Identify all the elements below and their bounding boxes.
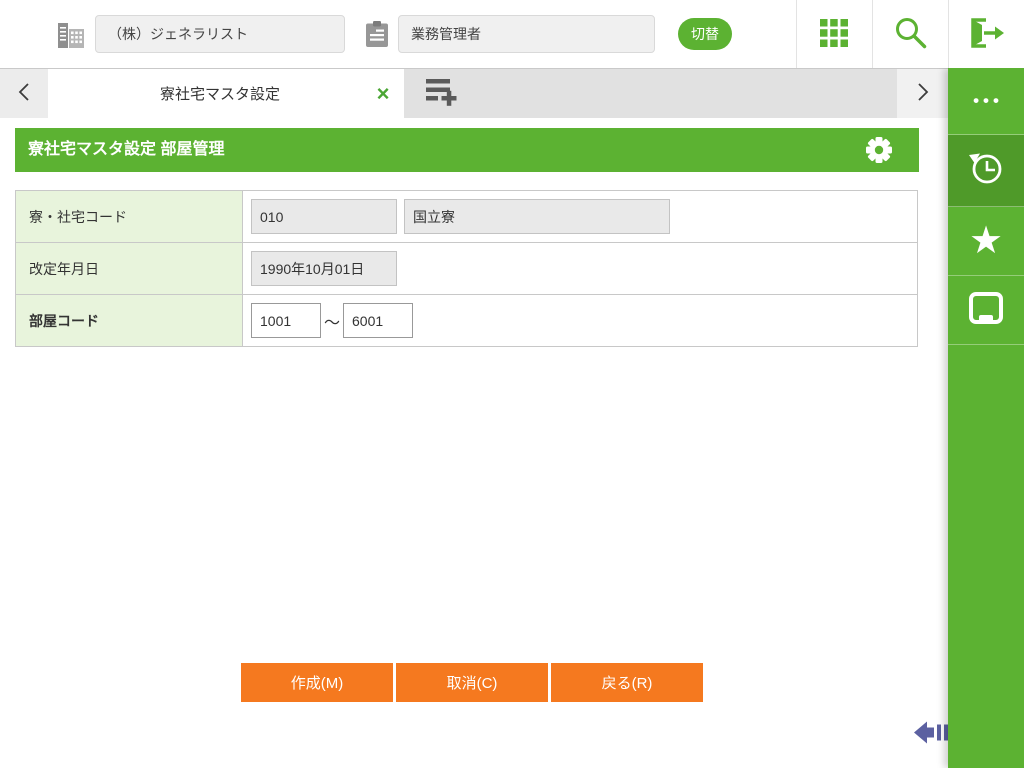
sidebar-more-button[interactable]: ••• bbox=[948, 68, 1024, 135]
history-clock-icon bbox=[966, 148, 1006, 193]
switch-button[interactable]: 切替 bbox=[678, 18, 732, 50]
tab-scroll-left-button[interactable] bbox=[0, 69, 48, 118]
dorm-name-input bbox=[404, 199, 670, 234]
search-button[interactable] bbox=[872, 0, 948, 68]
more-dots-icon: ••• bbox=[973, 91, 1003, 110]
room-code-label: 部屋コード bbox=[16, 295, 243, 346]
top-header: 切替 bbox=[0, 0, 1024, 68]
company-building-icon bbox=[58, 20, 85, 53]
range-separator: 〜 bbox=[323, 314, 340, 332]
logout-icon bbox=[967, 17, 1005, 52]
apps-grid-icon bbox=[820, 18, 848, 50]
dorm-code-label: 寮・社宅コード bbox=[16, 191, 243, 242]
revision-date-label: 改定年月日 bbox=[16, 243, 243, 294]
apps-grid-button[interactable] bbox=[796, 0, 872, 68]
company-input[interactable] bbox=[95, 15, 345, 53]
tab-active[interactable]: 寮社宅マスタ設定 × bbox=[48, 69, 404, 118]
create-button[interactable]: 作成(M) bbox=[241, 663, 393, 702]
tab-label: 寮社宅マスタ設定 bbox=[159, 86, 280, 103]
sidebar-favorites-button[interactable]: ★ bbox=[948, 207, 1024, 276]
page-title-bar: 寮社宅マスタ設定 部屋管理 bbox=[15, 128, 919, 172]
tab-close-icon[interactable]: × bbox=[362, 69, 404, 118]
sidebar-tray-button[interactable] bbox=[948, 276, 1024, 345]
clipboard-icon bbox=[366, 21, 388, 52]
tab-bar: 寮社宅マスタ設定 × bbox=[0, 68, 948, 118]
dorm-code-input bbox=[251, 199, 397, 234]
form-row-room-code: 部屋コード 〜 bbox=[16, 295, 917, 347]
revision-date-input bbox=[251, 251, 397, 286]
form-table: 寮・社宅コード 改定年月日 部屋コード 〜 bbox=[15, 190, 918, 347]
logout-button[interactable] bbox=[948, 0, 1024, 68]
tab-strip bbox=[404, 69, 897, 118]
room-code-from-input[interactable] bbox=[251, 303, 321, 338]
cancel-button[interactable]: 取消(C) bbox=[396, 663, 548, 702]
room-code-to-input[interactable] bbox=[343, 303, 413, 338]
chevron-right-icon bbox=[917, 82, 929, 105]
chevron-left-icon bbox=[18, 82, 30, 105]
settings-gear-button[interactable] bbox=[865, 136, 893, 164]
gear-icon bbox=[865, 137, 893, 167]
app-window: 切替 bbox=[0, 0, 1024, 768]
tray-icon bbox=[968, 291, 1004, 330]
right-sidebar: ••• ★ bbox=[948, 68, 1024, 768]
add-tab-button[interactable] bbox=[426, 78, 459, 111]
star-icon: ★ bbox=[968, 220, 1004, 262]
form-row-revision-date: 改定年月日 bbox=[16, 243, 917, 295]
tab-scroll-right-button[interactable] bbox=[897, 69, 948, 118]
back-button[interactable]: 戻る(R) bbox=[551, 663, 703, 702]
form-row-dorm-code: 寮・社宅コード bbox=[16, 191, 917, 243]
collapse-panel-icon[interactable] bbox=[914, 719, 950, 751]
page-title: 寮社宅マスタ設定 部屋管理 bbox=[28, 141, 225, 158]
search-icon bbox=[894, 16, 927, 52]
sidebar-history-button[interactable] bbox=[948, 135, 1024, 207]
role-input[interactable] bbox=[398, 15, 655, 53]
add-tab-icon bbox=[426, 79, 459, 111]
